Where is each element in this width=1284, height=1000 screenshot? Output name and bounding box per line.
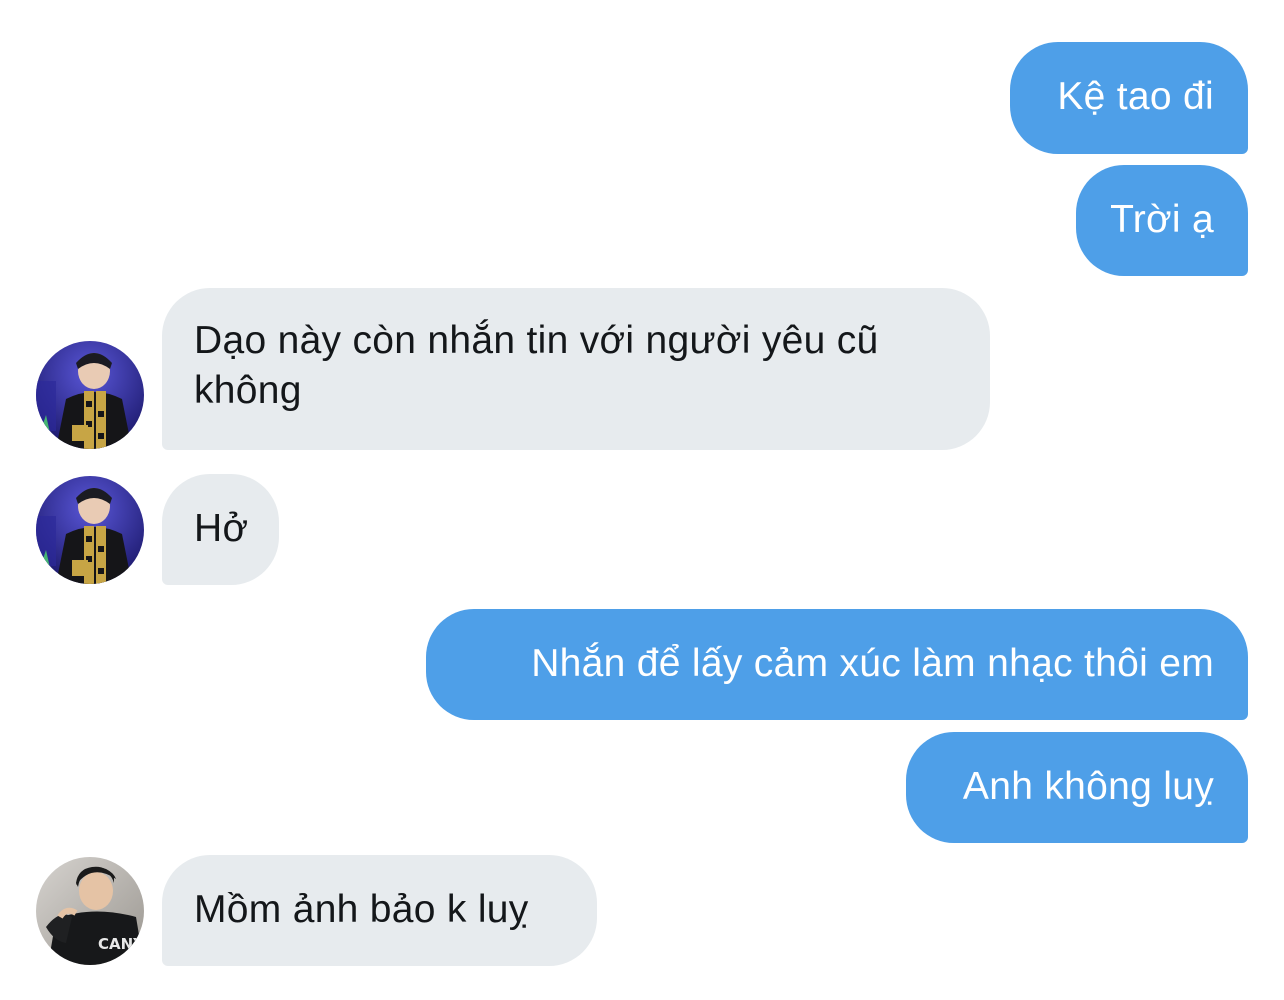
outgoing-message-bubble[interactable]: Trời ạ bbox=[1076, 165, 1248, 276]
outgoing-message-bubble[interactable]: Kệ tao đi bbox=[1010, 42, 1248, 154]
outgoing-message-bubble[interactable]: Nhắn để lấy cảm xúc làm nhạc thôi em bbox=[426, 609, 1248, 720]
incoming-message-bubble[interactable]: Hở bbox=[162, 474, 279, 585]
jersey-text: CANY bbox=[98, 935, 144, 953]
outgoing-message-bubble[interactable]: Anh không luỵ bbox=[906, 732, 1248, 843]
incoming-message-bubble[interactable]: Mồm ảnh bảo k luỵ bbox=[162, 855, 597, 966]
avatar-photo-b-icon: CANY bbox=[36, 857, 144, 965]
avatar-photo-a-icon bbox=[36, 341, 144, 449]
avatar-photo-a-icon bbox=[36, 476, 144, 584]
incoming-message-bubble[interactable]: Dạo này còn nhắn tin với người yêu cũ kh… bbox=[162, 288, 990, 450]
message-thread: Kệ tao đi Trời ạ Dạo này còn nhắn tin vớ… bbox=[0, 0, 1284, 1000]
contact-avatar[interactable] bbox=[36, 476, 144, 584]
contact-avatar[interactable] bbox=[36, 341, 144, 449]
contact-avatar[interactable]: CANY bbox=[36, 857, 144, 965]
